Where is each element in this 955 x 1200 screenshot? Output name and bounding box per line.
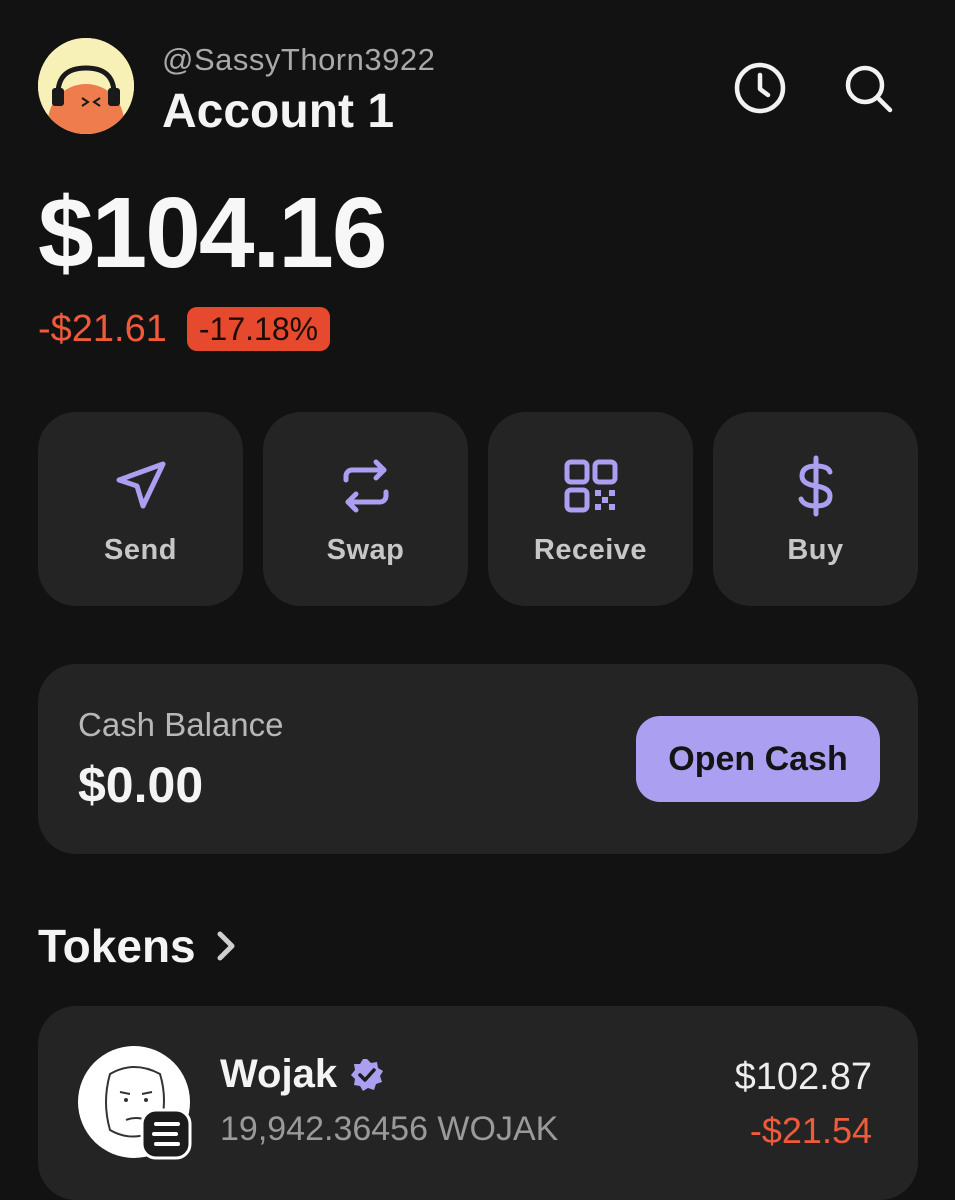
change-percent-badge: -17.18% [186, 307, 331, 351]
token-amount: 19,942.36456 WOJAK [220, 1110, 559, 1148]
buy-label: Buy [787, 534, 844, 566]
qr-code-icon [564, 459, 617, 513]
search-icon [845, 65, 893, 113]
swap-icon [343, 459, 388, 513]
swap-button[interactable]: Swap [263, 412, 468, 606]
token-usd-value: $102.87 [734, 1056, 872, 1098]
send-button[interactable]: Send [38, 412, 243, 606]
dollar-icon [798, 455, 833, 517]
open-cash-button[interactable]: Open Cash [636, 716, 880, 802]
balance-change-row: -$21.61 -17.18% [38, 306, 331, 352]
clock-icon [734, 62, 786, 114]
avatar-headphones-face-icon [38, 38, 134, 134]
cash-balance-label: Cash Balance [78, 706, 284, 743]
verified-badge-icon [351, 1058, 384, 1091]
account-name[interactable]: Account 1 [162, 84, 394, 139]
cash-balance-card: Cash Balance $0.00 Open Cash [38, 664, 918, 854]
token-change: -$21.54 [749, 1110, 872, 1151]
wojak-logo-icon [78, 1046, 192, 1160]
token-name-text: Wojak [220, 1052, 338, 1096]
swap-label: Swap [326, 534, 405, 566]
search-button[interactable] [840, 60, 896, 116]
chevron-right-icon [217, 931, 235, 961]
token-name: Wojak [220, 1052, 385, 1097]
history-button[interactable] [732, 60, 788, 116]
cash-balance-value: $0.00 [78, 757, 204, 813]
account-header: @SassyThorn3922 Account 1 [38, 38, 918, 138]
tokens-header[interactable]: Tokens [38, 916, 240, 976]
username: @SassyThorn3922 [162, 42, 436, 77]
buy-button[interactable]: Buy [713, 412, 918, 606]
avatar[interactable] [38, 38, 134, 134]
action-buttons: Send Swap Receive Buy [38, 412, 918, 606]
receive-label: Receive [533, 534, 648, 566]
send-icon [116, 461, 165, 509]
receive-button[interactable]: Receive [488, 412, 693, 606]
token-row[interactable]: Wojak 19,942.36456 WOJAK $102.87 -$21.54 [38, 1006, 918, 1200]
change-amount: -$21.61 [38, 307, 167, 350]
total-balance: $104.16 [38, 177, 387, 289]
tokens-title: Tokens [38, 920, 196, 972]
send-label: Send [104, 534, 177, 566]
